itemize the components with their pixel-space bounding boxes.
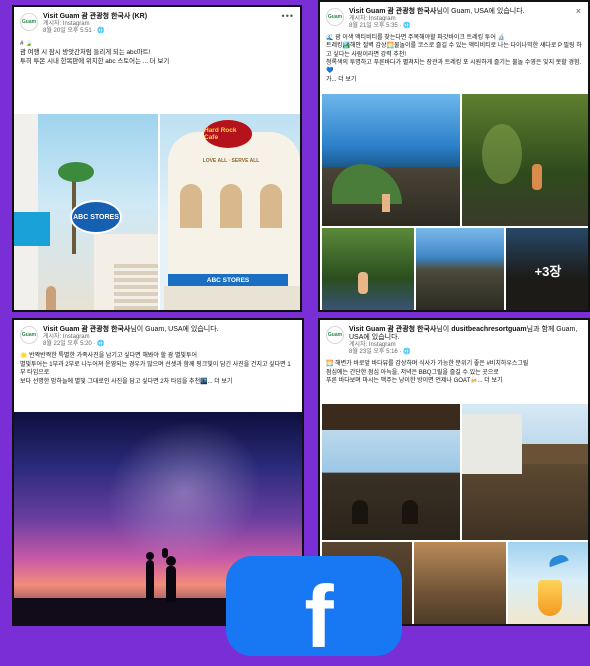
close-icon[interactable]: ×: [576, 6, 582, 16]
page-name[interactable]: Visit Guam 괌 관광청 한국사 (KR): [43, 13, 294, 21]
avatar[interactable]: Guam: [326, 326, 344, 344]
avatar[interactable]: Guam: [20, 326, 38, 344]
abc-stores-banner: ABC STORES: [168, 274, 288, 286]
building-slogan: LOVE ALL · SERVE ALL: [202, 158, 260, 164]
post-photo[interactable]: [322, 404, 460, 540]
timestamp[interactable]: 8월 21일 오후 5:35 · 🌐: [349, 23, 582, 30]
abc-stores-sign: ABC STORES: [70, 200, 122, 234]
avatar[interactable]: Guam: [20, 13, 38, 31]
more-options-icon[interactable]: •••: [282, 11, 294, 21]
publisher: 게시자: Instagram: [349, 16, 396, 23]
post-header: Guam Visit Guam 괌 관광청 한국사님이 Guam, USA에 있…: [14, 320, 302, 348]
post-card-2[interactable]: Guam Visit Guam 괌 관광청 한국사님이 Guam, USA에 있…: [318, 0, 590, 312]
cocktail-glass: [538, 580, 562, 616]
avatar[interactable]: Guam: [326, 8, 344, 26]
timestamp[interactable]: 8월 20일 오후 5:51 · 🌐: [43, 28, 294, 35]
post-header: Guam Visit Guam 괌 관광청 한국사님이 Guam, USA에 있…: [320, 2, 588, 30]
post-photo[interactable]: [462, 404, 588, 540]
publisher: 게시자: Instagram: [43, 334, 90, 341]
facebook-logo-icon: f: [226, 556, 402, 660]
globe-icon: 🌐: [403, 348, 411, 355]
post-photo[interactable]: [322, 228, 414, 310]
hard-rock-sign: Hard Rock Cafe: [204, 120, 252, 148]
timestamp[interactable]: 8월 23일 오후 5:16 · 🌐: [349, 349, 582, 356]
page-name[interactable]: Visit Guam 괌 관광청 한국사님이 Guam, USA에 있습니다.: [43, 326, 296, 334]
page-name[interactable]: Visit Guam 괌 관광청 한국사님이 Guam, USA에 있습니다.: [349, 8, 582, 16]
post-photo[interactable]: [414, 542, 506, 624]
post-text: 🌟 반짝반짝한 특별한 가족사진을 남기고 싶다면 해봐야 할 괌 별빛투어 별…: [20, 352, 291, 385]
post-photo[interactable]: Hard Rock Cafe LOVE ALL · SERVE ALL ABC …: [160, 114, 300, 310]
post-photo[interactable]: +3장: [506, 228, 588, 310]
globe-icon: 🌐: [97, 27, 105, 34]
globe-icon: 🌐: [403, 22, 411, 29]
post-photo[interactable]: [322, 94, 460, 226]
family-silhouette: [144, 548, 184, 602]
post-photo[interactable]: [508, 542, 588, 624]
timestamp[interactable]: 8월 22일 오후 5:20 · 🌐: [43, 341, 296, 348]
post-photo[interactable]: [416, 228, 504, 310]
publisher: 게시자: Instagram: [349, 342, 396, 349]
post-photo[interactable]: [462, 94, 588, 226]
post-card-1[interactable]: Guam Visit Guam 괌 관광청 한국사 (KR) 게시자: Inst…: [12, 5, 302, 312]
post-text: 🌅 해변가 바로앞 바다뷰를 감상하며 식사가 가능한 분위기 좋은 #비치하우…: [326, 360, 529, 385]
post-header: Guam Visit Guam 괌 관광청 한국사님이 dusitbeachre…: [320, 320, 588, 356]
page-name[interactable]: Visit Guam 괌 관광청 한국사님이 dusitbeachresortg…: [349, 326, 582, 342]
post-header: Guam Visit Guam 괌 관광청 한국사 (KR) 게시자: Inst…: [14, 7, 300, 35]
post-text: # 🍃 괌 여행 시 잠시 방앗간처럼 들리게 되는 abc마트! 투히 투몬 …: [20, 39, 170, 66]
globe-icon: 🌐: [97, 340, 105, 347]
post-text: 🌊 괌 이색 액티비티를 찾는다면 주목해야할 파갓바이크 트레킹 투어 🔬 트…: [326, 34, 582, 83]
more-photos-count[interactable]: +3장: [506, 228, 588, 310]
publisher: 게시자: Instagram: [43, 21, 90, 28]
post-photo[interactable]: ABC STORES: [14, 114, 158, 310]
